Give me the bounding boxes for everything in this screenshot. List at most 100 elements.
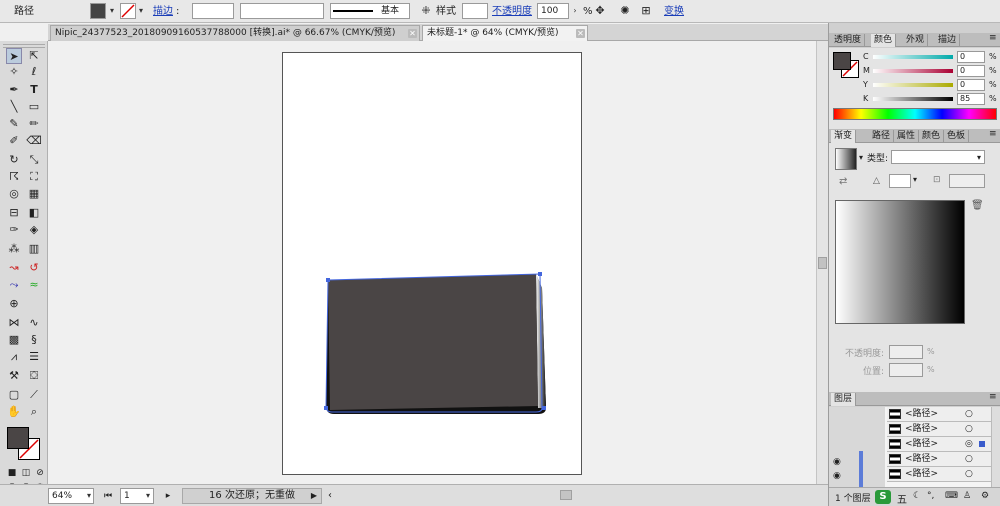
rotate-tool-icon[interactable]: ↻ [6, 152, 22, 168]
list-tool-icon[interactable]: ☰ [26, 349, 42, 365]
anchor-point[interactable] [324, 406, 328, 410]
warp-tool-icon[interactable]: ☈ [6, 169, 22, 185]
wave-tool-icon[interactable]: ∿ [26, 315, 42, 331]
yellow-slider[interactable] [873, 83, 953, 87]
line-tool-icon[interactable]: ╲ [6, 99, 22, 115]
scale-tool-icon[interactable]: ⤡ [26, 152, 42, 168]
slice-tool-icon[interactable]: ⟋ [26, 387, 42, 403]
artboard-tool-icon[interactable]: ▢ [6, 387, 22, 403]
tab-transparency[interactable]: 透明度 [831, 34, 866, 47]
tab-document-nipic[interactable]: Nipic_24377523_20180909160537788000 [转换]… [50, 25, 420, 41]
ime-tools-icon[interactable]: ⚙ [981, 491, 989, 501]
black-value[interactable]: 85 [957, 93, 985, 105]
fill-dropdown-chevron-icon[interactable]: ▾ [107, 4, 117, 18]
anchor-point[interactable] [326, 278, 330, 282]
tab-appearance[interactable]: 外观 [903, 34, 929, 47]
close-icon[interactable]: ✕ [576, 29, 585, 38]
arc-tool-icon[interactable]: ↺ [26, 260, 42, 276]
opacity-chevron-icon[interactable]: › [570, 4, 580, 18]
target-circle-icon[interactable]: ○ [965, 407, 973, 421]
stop-opacity-field[interactable] [889, 345, 923, 359]
smooth-tool-icon[interactable]: ⤳ [6, 277, 22, 293]
magenta-value[interactable]: 0 [957, 65, 985, 77]
tab-document-untitled[interactable]: 未标题-1* @ 64% (CMYK/预览) ✕ [422, 25, 588, 41]
layer-row[interactable]: <路径> ○ [887, 422, 1000, 437]
status-menu-triangle-icon[interactable]: ▶ [311, 489, 317, 503]
magic-wand-tool-icon[interactable]: ✧ [6, 64, 22, 80]
path-eraser-tool-icon[interactable]: ≈ [26, 277, 42, 293]
hand-tool-icon[interactable]: ✋ [6, 404, 22, 420]
target-circle-icon[interactable]: ◎ [965, 437, 973, 451]
pen-tool-icon[interactable]: ✒ [6, 82, 22, 98]
blob-brush-tool-icon[interactable]: ✐ [6, 133, 22, 149]
opacity-field[interactable]: 100 [537, 3, 569, 19]
gradient-swatch-chevron-icon[interactable]: ▾ [859, 153, 863, 162]
tab-color[interactable]: 颜色 [871, 34, 897, 47]
tab-attributes[interactable]: 属性 [894, 130, 920, 143]
pencil-tool-icon[interactable]: ✏ [26, 116, 42, 132]
recolor-artwork-icon[interactable]: ✥ [592, 3, 608, 19]
zoom-chevron-icon[interactable]: ▾ [84, 489, 94, 503]
magenta-slider[interactable] [873, 69, 953, 73]
panel-menu-icon[interactable]: ≡ [989, 33, 997, 43]
tab-layers[interactable]: 图层 [831, 393, 857, 406]
next-artboard-icon[interactable]: ▸ [160, 488, 176, 504]
ime-mode[interactable]: 五 [897, 491, 907, 506]
shape-builder-tool-icon[interactable]: ◎ [6, 186, 22, 202]
gradient-type-select[interactable]: ▾ [891, 150, 985, 164]
trash-icon[interactable]: 🗑 [971, 200, 984, 211]
perspective-grid-tool-icon[interactable]: ⊟ [6, 205, 22, 221]
direct-selection-tool-icon[interactable]: ⇱ [26, 48, 42, 64]
align-stroke-icon[interactable]: ⁜ [418, 3, 434, 19]
stroke-profile-field[interactable]: 基本 [330, 3, 410, 19]
rectangle-tool-icon[interactable]: ▭ [26, 99, 42, 115]
zigzag-tool-icon[interactable]: ⩘ [6, 349, 22, 365]
curve-tool-icon[interactable]: ↝ [6, 260, 22, 276]
angle-chevron-icon[interactable]: ▾ [913, 175, 917, 184]
type-tool-icon[interactable]: T [26, 82, 42, 98]
tab-pathfinder[interactable]: 路径 [869, 130, 895, 143]
cyan-value[interactable]: 0 [957, 51, 985, 63]
twirl-tool-icon[interactable]: § [26, 332, 42, 348]
crosshair-tool-icon[interactable]: ⊕ [6, 296, 22, 312]
fill-color-box[interactable] [7, 427, 29, 449]
eye-icon[interactable]: ◉ [833, 457, 841, 467]
status-message[interactable]: 16 次还原；无重做 ▶ [182, 488, 322, 504]
panel-menu-icon[interactable]: ≡ [989, 392, 997, 402]
style-swatch[interactable] [462, 3, 488, 19]
first-artboard-icon[interactable]: ⏮ [100, 488, 116, 504]
stroke-panel-link[interactable]: 描边 [153, 0, 173, 23]
opacity-link[interactable]: 不透明度 [492, 0, 532, 23]
yellow-value[interactable]: 0 [957, 79, 985, 91]
tab-gradient[interactable]: 渐变 [831, 130, 857, 143]
tab-stroke[interactable]: 描边 [935, 34, 961, 47]
target-circle-icon[interactable]: ○ [965, 422, 973, 436]
ime-user-icon[interactable]: ♙ [963, 491, 971, 501]
selection-tool-icon[interactable]: ➤ [6, 48, 22, 64]
reverse-gradient-icon[interactable]: ⇄ [839, 176, 847, 187]
ime-moon-icon[interactable]: ☾ [913, 491, 921, 501]
vertical-scrollbar[interactable] [816, 41, 828, 484]
tab-swatches[interactable]: 色板 [944, 130, 970, 143]
layer-row[interactable]: <路径> ○ [887, 467, 1000, 482]
envelope-tool-icon[interactable]: ⋈ [6, 315, 22, 331]
mesh-tool-icon[interactable]: ▩ [6, 332, 22, 348]
color-spectrum-bar[interactable] [833, 108, 997, 120]
horizontal-scroll-thumb[interactable] [560, 490, 572, 500]
vertical-scroll-thumb[interactable] [818, 257, 827, 269]
color-fill-box[interactable] [833, 52, 851, 70]
column-graph-tool-icon[interactable]: ▥ [26, 241, 42, 257]
stroke-weight-field[interactable] [192, 3, 234, 19]
blend-tool-icon[interactable]: ◈ [26, 222, 42, 238]
ime-logo-icon[interactable]: S [875, 490, 891, 504]
eye-icon[interactable]: ◉ [833, 471, 841, 481]
close-icon[interactable]: ✕ [408, 29, 417, 38]
free-transform-tool-icon[interactable]: ⛶ [26, 169, 42, 185]
anchor-point[interactable] [538, 272, 542, 276]
align-icon[interactable]: ⊞ [638, 3, 654, 19]
layer-row[interactable]: <路径> ○ [887, 407, 1000, 422]
artwork-shape[interactable] [322, 268, 552, 420]
gear-icon[interactable]: ✺ [617, 3, 633, 19]
gradient-preview-swatch[interactable] [835, 148, 857, 170]
eyedropper-tool-icon[interactable]: ✑ [6, 222, 22, 238]
